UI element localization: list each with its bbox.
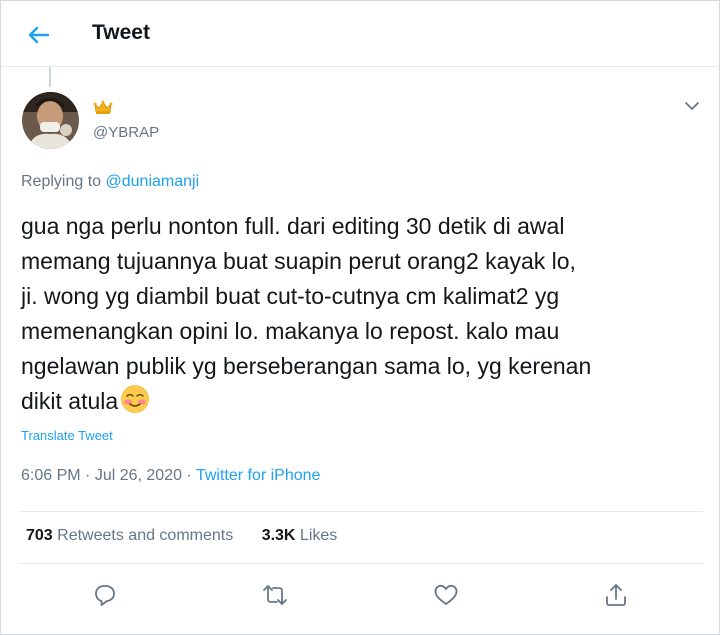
tweet-date[interactable]: Jul 26, 2020: [95, 467, 182, 484]
retweet-icon: [263, 585, 287, 605]
share-button[interactable]: [602, 581, 632, 611]
tweet-line: memang tujuannya buat suapin perut orang…: [21, 248, 576, 274]
tweet-line: gua nga perlu nonton full. dari editing …: [21, 213, 565, 239]
tweet-page: Tweet @YBRAP Replying to @duniamanji gua…: [0, 0, 720, 635]
more-options-button[interactable]: [682, 96, 702, 116]
reply-mention-link[interactable]: @duniamanji: [106, 173, 200, 190]
back-button[interactable]: [25, 21, 53, 49]
tweet-line-last: dikit atula: [21, 384, 711, 419]
tweet-time[interactable]: 6:06 PM: [21, 467, 81, 484]
retweets-count: 703: [26, 527, 53, 544]
likes-stat[interactable]: 3.3K Likes: [262, 527, 338, 545]
thread-connector: [49, 67, 51, 87]
reply-button[interactable]: [91, 581, 121, 611]
likes-count: 3.3K: [261, 527, 296, 544]
page-header: Tweet: [1, 1, 720, 67]
tweet-meta: 6:06 PM · Jul 26, 2020 · Twitter for iPh…: [21, 467, 320, 485]
meta-separator: ·: [182, 467, 196, 484]
likes-label: Likes: [295, 527, 338, 544]
tweet-line: ji. wong yg diambil buat cut-to-cutnya c…: [21, 283, 560, 309]
tweet-line: ngelawan publik yg berseberangan sama lo…: [21, 353, 592, 379]
meta-separator: ·: [80, 467, 95, 484]
replying-prefix: Replying to: [21, 173, 106, 190]
tweet-source-link[interactable]: Twitter for iPhone: [196, 467, 321, 484]
like-icon: [434, 584, 458, 605]
reply-icon: [95, 585, 115, 606]
retweets-stat[interactable]: 703 Retweets and comments: [26, 527, 233, 545]
like-button[interactable]: [432, 581, 462, 611]
tweet-stats: 703 Retweets and comments 3.3K Likes: [26, 527, 337, 545]
tweet-line: memenangkan opini lo. makanya lo repost.…: [21, 318, 560, 344]
divider: [19, 563, 703, 564]
replying-to: Replying to @duniamanji: [21, 173, 199, 191]
retweet-button[interactable]: [261, 581, 291, 611]
page-title: Tweet: [92, 21, 150, 44]
tweet-text: gua nga perlu nonton full. dari editing …: [21, 209, 711, 419]
arrow-left-icon: [28, 26, 50, 44]
crown-icon: [93, 99, 113, 115]
chevron-down-icon: [685, 102, 699, 110]
blush-emoji-icon: [120, 384, 150, 414]
avatar-image: [22, 92, 79, 149]
tweet-line: dikit atula: [21, 388, 119, 414]
translate-tweet-link[interactable]: Translate Tweet: [21, 428, 113, 443]
divider: [19, 511, 703, 512]
author-handle[interactable]: @YBRAP: [93, 124, 159, 141]
avatar[interactable]: [22, 92, 79, 149]
retweets-label: Retweets and comments: [52, 527, 234, 544]
share-icon: [606, 584, 626, 606]
